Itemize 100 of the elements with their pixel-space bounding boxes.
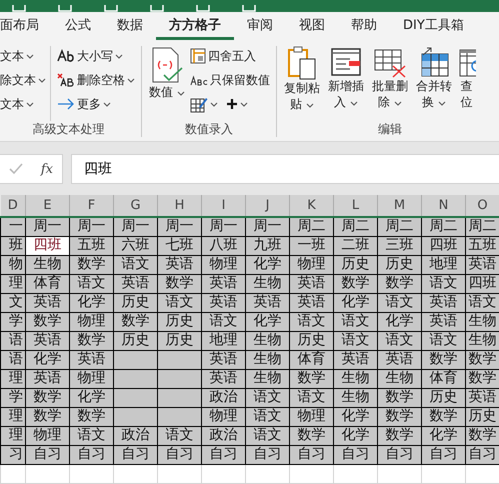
table-cell[interactable]: 物理 [70,369,114,388]
table-cell[interactable]: 历史 [114,293,158,312]
table-cell[interactable]: 生物 [246,369,290,388]
ribbon-button[interactable]: 查 位 [457,46,476,121]
table-cell[interactable]: 语文 [378,293,422,312]
table-cell[interactable]: 物理 [202,255,246,274]
ribbon-tab[interactable]: 帮助 [338,12,390,40]
table-cell[interactable]: 理 [0,426,26,445]
table-cell[interactable]: 五班 [70,236,114,255]
table-cell[interactable]: 英语 [466,388,499,407]
table-cell[interactable]: 语文 [202,312,246,331]
table-cell[interactable]: 周一 [246,217,290,236]
table-cell[interactable]: 八班 [202,236,246,255]
table-cell[interactable] [158,350,202,369]
quick-access-icon[interactable] [242,5,256,12]
table-cell[interactable]: 周二 [422,217,466,236]
table-cell[interactable]: 英语 [202,369,246,388]
table-cell[interactable]: 数学 [26,312,70,331]
table-cell[interactable]: 化学 [246,255,290,274]
ribbon-tab[interactable]: 数据 [104,12,156,40]
column-header[interactable]: M [378,195,422,217]
table-cell[interactable] [158,369,202,388]
ribbon-tab[interactable]: 公式 [52,12,104,40]
table-cell[interactable]: 数学 [26,407,70,426]
table-cell[interactable]: 文 [0,293,26,312]
table-cell[interactable]: 语文 [334,312,378,331]
table-cell[interactable]: 自习 [158,445,202,464]
table-cell[interactable]: 历史 [378,255,422,274]
ribbon-button[interactable]: 复制粘 贴 [281,46,323,121]
column-header[interactable]: F [70,195,114,217]
table-cell[interactable]: 体育 [290,350,334,369]
table-cell[interactable]: 体育 [26,274,70,293]
check-icon[interactable] [8,163,23,175]
table-cell[interactable]: 语文 [70,274,114,293]
table-cell[interactable]: 数学 [114,312,158,331]
table-cell[interactable]: 政治 [114,426,158,445]
table-cell[interactable]: 生物 [246,350,290,369]
table-cell[interactable]: 语文 [158,426,202,445]
table-cell[interactable]: 历史 [114,331,158,350]
quick-access-icon[interactable] [150,5,164,12]
table-cell[interactable]: 英语 [378,350,422,369]
column-header[interactable]: O [466,195,499,217]
table-cell[interactable]: 周二 [378,217,422,236]
table-cell[interactable]: 周一 [158,217,202,236]
table-cell[interactable]: 英语 [158,255,202,274]
table-cell[interactable]: 语 [0,331,26,350]
ribbon-button[interactable]: 删除空格 [57,70,135,90]
table-cell[interactable]: 数学 [422,350,466,369]
table-cell[interactable]: 生物 [334,369,378,388]
table-cell[interactable]: 英语 [422,293,466,312]
table-cell[interactable]: 物理 [70,312,114,331]
table-cell[interactable]: 物理 [26,426,70,445]
ribbon-button[interactable]: 合并转 换 [413,46,455,121]
table-cell[interactable]: 英语 [202,350,246,369]
table-cell[interactable]: 历史 [158,312,202,331]
table-cell[interactable]: 英语 [334,350,378,369]
table-cell[interactable]: 语文 [378,331,422,350]
table-cell[interactable]: 周一 [26,217,70,236]
table-cell[interactable]: 英语 [114,274,158,293]
quick-access-icon[interactable] [104,5,118,12]
table-cell[interactable]: 周二 [334,217,378,236]
column-header[interactable]: N [422,195,466,217]
table-cell[interactable]: 数学 [378,388,422,407]
table-cell[interactable]: 数学 [466,426,499,445]
table-cell[interactable]: 生物 [26,255,70,274]
table-cell[interactable]: 学 [0,312,26,331]
table-cell[interactable]: 数学 [466,350,499,369]
column-header[interactable]: J [246,195,290,217]
table-cell[interactable]: 政治 [202,426,246,445]
table-cell[interactable]: 政治 [202,388,246,407]
table-cell[interactable]: 数学 [70,255,114,274]
table-cell[interactable]: 英语 [26,369,70,388]
table-cell[interactable]: 周一 [202,217,246,236]
table-cell[interactable]: 周二 [466,217,499,236]
table-cell[interactable]: 历史 [422,388,466,407]
table-cell[interactable]: 理 [0,274,26,293]
table-cell[interactable]: 生物 [466,331,499,350]
column-header[interactable]: L [334,195,378,217]
table-cell[interactable]: 数学 [70,331,114,350]
column-header[interactable]: I [202,195,246,217]
table-cell[interactable]: 周二 [290,217,334,236]
table-cell[interactable]: 英语 [290,274,334,293]
table-cell[interactable]: 英语 [26,293,70,312]
table-cell[interactable]: 四班 [26,236,70,255]
quick-access-icon[interactable] [196,5,210,12]
table-cell[interactable]: 语文 [422,274,466,293]
table-cell[interactable]: 数学 [26,388,70,407]
table-cell[interactable]: 历史 [334,255,378,274]
table-cell[interactable]: 物理 [202,407,246,426]
table-cell[interactable]: 一班 [290,236,334,255]
table-cell[interactable]: 九班 [246,236,290,255]
table-cell[interactable]: 语文 [466,293,499,312]
table-cell[interactable]: 理 [0,407,26,426]
table-cell[interactable]: 化学 [70,293,114,312]
table-cell[interactable]: 自习 [246,445,290,464]
table-cell[interactable]: 语文 [246,388,290,407]
table-cell[interactable]: 数学 [422,407,466,426]
table-cell[interactable]: 语文 [290,388,334,407]
table-cell[interactable]: 四班 [422,236,466,255]
table-cell[interactable]: 周一 [114,217,158,236]
